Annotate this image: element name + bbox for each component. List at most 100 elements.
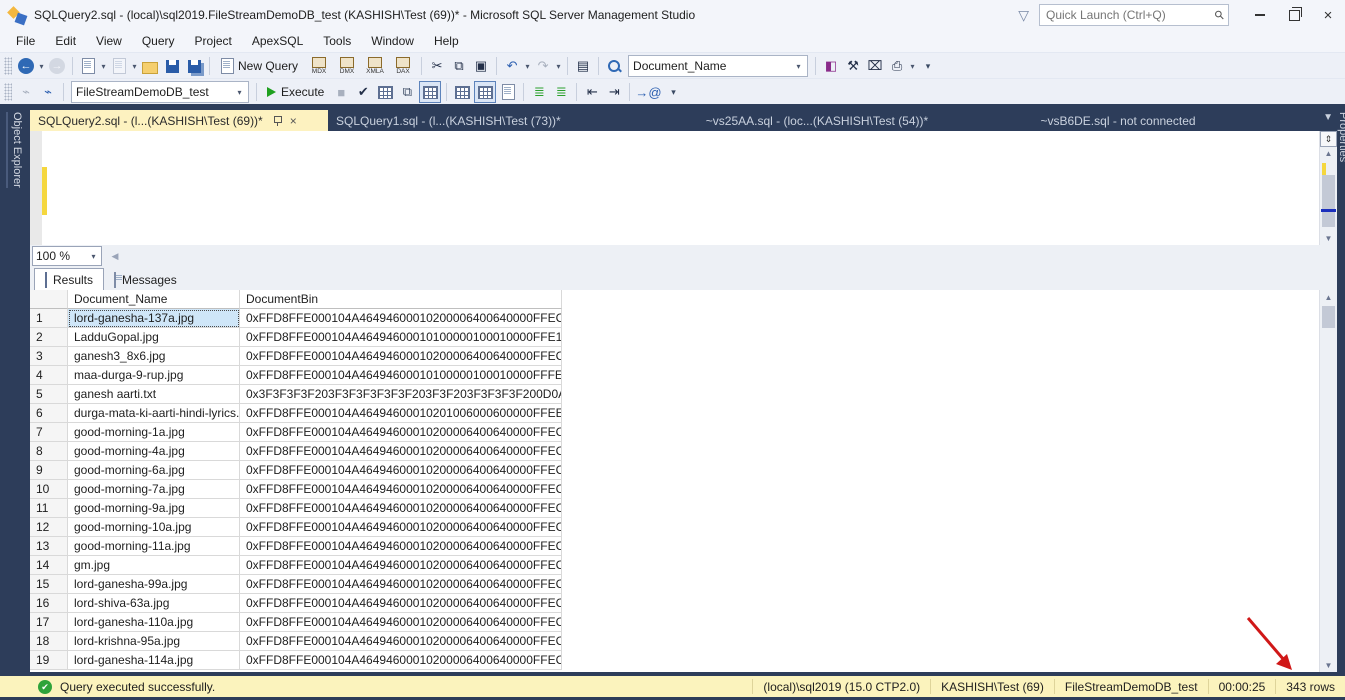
results-to-grid-icon[interactable] <box>474 81 496 103</box>
menu-item-view[interactable]: View <box>86 31 132 51</box>
new-project-icon[interactable] <box>78 56 98 76</box>
grid-scroll-thumb[interactable] <box>1322 306 1335 328</box>
command-window-caret[interactable]: ▾ <box>908 62 917 71</box>
intellisense-icon[interactable] <box>419 81 441 103</box>
open-file-icon[interactable] <box>140 56 160 76</box>
document-name-cell[interactable]: lord-ganesha-110a.jpg <box>68 613 240 632</box>
document-bin-cell[interactable]: 0xFFD8FFE000104A464946000102000064006400… <box>240 594 562 613</box>
add-item-icon[interactable] <box>109 56 129 76</box>
document-bin-cell[interactable]: 0xFFD8FFE000104A464946000102000064006400… <box>240 575 562 594</box>
row-number-cell[interactable]: 7 <box>30 423 68 442</box>
document-name-cell[interactable]: gm.jpg <box>68 556 240 575</box>
row-number-cell[interactable]: 10 <box>30 480 68 499</box>
find-icon[interactable] <box>604 56 624 76</box>
close-button[interactable]: × <box>1311 1 1345 29</box>
uncomment-icon[interactable]: ≣ <box>551 82 571 102</box>
find-combo[interactable]: Document_Name ▾ <box>628 55 808 77</box>
template-values-icon[interactable]: →@ <box>635 82 661 102</box>
document-name-cell[interactable]: durga-mata-ki-aarti-hindi-lyrics.jpg <box>68 404 240 423</box>
document-bin-cell[interactable]: 0xFFD8FFE000104A464946000102000064006400… <box>240 423 562 442</box>
actual-plan-icon[interactable] <box>452 82 472 102</box>
sql-editor[interactable]: −SELECT [Document_Name],[DocumentBin] FR… <box>30 131 1337 245</box>
menu-item-tools[interactable]: Tools <box>313 31 361 51</box>
document-name-cell[interactable]: ganesh3_8x6.jpg <box>68 347 240 366</box>
parse-icon[interactable]: ✔ <box>353 82 373 102</box>
document-bin-cell[interactable]: 0xFFD8FFE000104A464946000102000064006400… <box>240 442 562 461</box>
new-project-caret[interactable]: ▾ <box>99 62 108 71</box>
row-number-cell[interactable]: 9 <box>30 461 68 480</box>
minimize-button[interactable] <box>1243 1 1277 29</box>
navigate-back-caret[interactable]: ▾ <box>37 62 46 71</box>
document-bin-cell[interactable]: 0xFFD8FFE000104A464946000102000064006400… <box>240 537 562 556</box>
document-bin-cell[interactable]: 0xFFD8FFE000104A464946000102000064006400… <box>240 651 562 670</box>
editor-vertical-scrollbar[interactable]: ⇕ ▲ ▼ <box>1319 131 1337 245</box>
hscroll-left-icon[interactable]: ◀ <box>108 251 122 262</box>
menu-item-query[interactable]: Query <box>132 31 185 51</box>
column-header-documentbin[interactable]: DocumentBin <box>240 290 562 309</box>
editor-horizontal-scrollbar[interactable] <box>122 249 1337 263</box>
toolbar-grip[interactable] <box>4 57 12 75</box>
save-icon[interactable] <box>162 56 182 76</box>
document-bin-cell[interactable]: 0xFFD8FFE000104A464946000101000001000100… <box>240 366 562 385</box>
menu-item-file[interactable]: File <box>6 31 45 51</box>
document-bin-cell[interactable]: 0xFFD8FFE000104A464946000102000064006400… <box>240 461 562 480</box>
execute-button[interactable]: Execute <box>261 84 330 100</box>
row-number-cell[interactable]: 8 <box>30 442 68 461</box>
toolbox-icon[interactable]: ⌧ <box>865 56 885 76</box>
document-bin-cell[interactable]: 0xFFD8FFE000104A464946000102000064006400… <box>240 613 562 632</box>
feedback-filter-icon[interactable]: ▽ <box>1018 7 1029 24</box>
document-name-cell[interactable]: good-morning-9a.jpg <box>68 499 240 518</box>
document-tab-3[interactable]: ~vs25AA.sql - (loc...(KASHISH\Test (54))… <box>644 110 990 131</box>
undo-icon[interactable]: ↶ <box>502 56 522 76</box>
grid-vertical-scrollbar[interactable]: ▲ ▼ <box>1319 290 1337 672</box>
save-all-icon[interactable] <box>184 56 204 76</box>
query-options-icon[interactable]: ⧉ <box>397 82 417 102</box>
new-query-button[interactable]: New Query <box>215 57 304 75</box>
document-name-cell[interactable]: good-morning-4a.jpg <box>68 442 240 461</box>
toolbar2-overflow-icon[interactable]: ▾ <box>664 82 684 102</box>
row-number-cell[interactable]: 6 <box>30 404 68 423</box>
document-bin-cell[interactable]: 0xFFD8FFE000104A464946000102000064006400… <box>240 632 562 651</box>
paste-icon[interactable]: ▣ <box>471 56 491 76</box>
undo-caret[interactable]: ▾ <box>523 62 532 71</box>
scroll-down-icon[interactable]: ▼ <box>1320 231 1337 245</box>
document-name-cell[interactable]: good-morning-1a.jpg <box>68 423 240 442</box>
document-name-cell[interactable]: lord-ganesha-114a.jpg <box>68 651 240 670</box>
menu-item-project[interactable]: Project <box>185 31 242 51</box>
row-number-cell[interactable]: 17 <box>30 613 68 632</box>
redo-icon[interactable]: ↷ <box>533 56 553 76</box>
document-bin-cell[interactable]: 0xFFD8FFE000104A464946000102000064006400… <box>240 480 562 499</box>
document-name-cell[interactable]: good-morning-7a.jpg <box>68 480 240 499</box>
tab-results[interactable]: Results <box>34 268 104 290</box>
document-name-cell[interactable]: LadduGopal.jpg <box>68 328 240 347</box>
document-bin-cell[interactable]: 0xFFD8FFE000104A464946000102000064006400… <box>240 556 562 575</box>
toolbar-overflow-icon[interactable]: ▾ <box>918 56 938 76</box>
row-number-cell[interactable]: 14 <box>30 556 68 575</box>
grid-scroll-down-icon[interactable]: ▼ <box>1320 658 1337 672</box>
restore-button[interactable] <box>1277 1 1311 29</box>
document-bin-cell[interactable]: 0xFFD8FFE000104A464946000102000064006400… <box>240 347 562 366</box>
menu-item-edit[interactable]: Edit <box>45 31 86 51</box>
document-tab-1[interactable]: SQLQuery2.sql - (l...(KASHISH\Test (69))… <box>30 110 328 131</box>
document-name-cell[interactable]: maa-durga-9-rup.jpg <box>68 366 240 385</box>
properties-tab[interactable]: Properties <box>1337 112 1345 162</box>
document-tab-2[interactable]: SQLQuery1.sql - (l...(KASHISH\Test (73))… <box>328 110 644 131</box>
row-number-cell[interactable]: 1 <box>30 309 68 328</box>
document-bin-cell[interactable]: 0xFFD8FFE000104A464946000102000064006400… <box>240 518 562 537</box>
document-bin-cell[interactable]: 0xFFD8FFE000104A464946000102000064006400… <box>240 309 562 328</box>
column-header-document-name[interactable]: Document_Name <box>68 290 240 309</box>
row-number-cell[interactable]: 11 <box>30 499 68 518</box>
document-name-cell[interactable]: ganesh aarti.txt <box>68 385 240 404</box>
row-number-cell[interactable]: 2 <box>30 328 68 347</box>
scroll-up-icon[interactable]: ▲ <box>1320 146 1337 160</box>
document-name-cell[interactable]: good-morning-10a.jpg <box>68 518 240 537</box>
document-name-cell[interactable]: lord-shiva-63a.jpg <box>68 594 240 613</box>
menu-item-window[interactable]: Window <box>361 31 424 51</box>
comment-icon[interactable]: ≣ <box>529 82 549 102</box>
tab-list-caret[interactable]: ▼ <box>1323 112 1333 123</box>
add-item-caret[interactable]: ▾ <box>130 62 139 71</box>
close-icon[interactable]: × <box>290 114 297 128</box>
document-name-cell[interactable]: lord-ganesha-137a.jpg <box>68 309 240 328</box>
results-to-file-icon[interactable] <box>498 82 518 102</box>
document-tab-4[interactable]: ~vsB6DE.sql - not connected <box>990 110 1246 131</box>
